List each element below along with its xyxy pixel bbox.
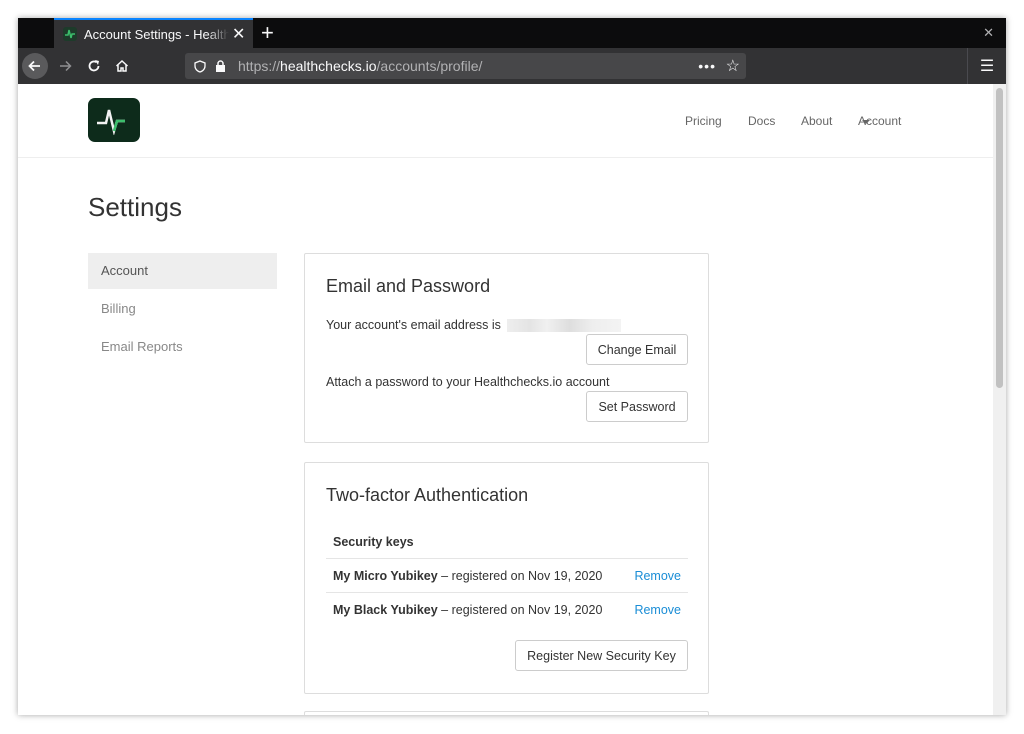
- scrollbar-thumb[interactable]: [996, 88, 1003, 388]
- window-close-icon[interactable]: ✕: [983, 25, 994, 41]
- tab-close-icon[interactable]: ✕: [232, 24, 245, 44]
- two-factor-heading: Two-factor Authentication: [326, 485, 529, 505]
- next-panel: [304, 711, 709, 715]
- nav-docs-link[interactable]: Docs: [748, 114, 775, 128]
- key-registered: – registered on Nov 19, 2020: [441, 569, 603, 583]
- nav-account-dropdown[interactable]: Account: [858, 114, 901, 128]
- address-bar[interactable]: https://healthchecks.io/accounts/profile…: [185, 53, 746, 79]
- tab-title: Account Settings - Healthchecks.io: [84, 26, 229, 42]
- table-header: Security keys: [333, 535, 414, 549]
- password-text: Attach a password to your Healthchecks.i…: [326, 375, 610, 389]
- key-name: My Black Yubikey: [333, 603, 438, 617]
- url-text: https://healthchecks.io/accounts/profile…: [238, 58, 483, 74]
- tab-account-settings[interactable]: Account Settings - Healthchecks.io ✕: [54, 18, 253, 48]
- nav-about-link[interactable]: About: [801, 114, 832, 128]
- key-registered: – registered on Nov 19, 2020: [441, 603, 603, 617]
- email-password-panel: Email and Password Your account's email …: [304, 253, 709, 443]
- bookmark-star-icon[interactable]: ☆: [726, 56, 740, 76]
- nav-pricing-link[interactable]: Pricing: [685, 114, 722, 128]
- forward-arrow-icon[interactable]: [52, 53, 78, 79]
- email-password-heading: Email and Password: [326, 276, 491, 296]
- lock-icon[interactable]: [215, 60, 226, 72]
- security-keys-table: Security keys My Micro Yubikey – registe…: [326, 525, 688, 626]
- sidebar-item-email-reports[interactable]: Email Reports: [88, 329, 277, 365]
- remove-key-link[interactable]: Remove: [634, 603, 681, 617]
- new-tab-icon[interactable]: +: [261, 20, 274, 46]
- healthchecks-favicon-icon: [63, 27, 77, 41]
- hamburger-menu-icon[interactable]: ☰: [967, 48, 1006, 84]
- page-title: Settings: [88, 192, 182, 222]
- register-security-key-button[interactable]: Register New Security Key: [515, 640, 688, 671]
- navigation-toolbar: https://healthchecks.io/accounts/profile…: [18, 48, 1006, 84]
- sidebar-item-account[interactable]: Account: [88, 253, 277, 289]
- redacted-email: [506, 319, 621, 333]
- set-password-button[interactable]: Set Password: [586, 391, 688, 422]
- back-arrow-icon[interactable]: [22, 53, 48, 79]
- sidebar-item-billing[interactable]: Billing: [88, 291, 277, 327]
- table-row: My Black Yubikey – registered on Nov 19,…: [326, 592, 688, 626]
- email-address-text: Your account's email address is: [326, 318, 621, 333]
- settings-sidebar: Account Billing Email Reports: [88, 253, 277, 367]
- web-page: Pricing Docs About Account Settings Acco…: [18, 84, 1006, 715]
- page-scrollbar[interactable]: [993, 84, 1006, 715]
- shield-icon[interactable]: [194, 59, 206, 73]
- home-icon[interactable]: [109, 53, 135, 79]
- healthchecks-logo-icon[interactable]: [88, 98, 140, 142]
- table-row: My Micro Yubikey – registered on Nov 19,…: [326, 558, 688, 592]
- key-name: My Micro Yubikey: [333, 569, 438, 583]
- tab-bar: Account Settings - Healthchecks.io ✕ + ✕: [18, 18, 1006, 48]
- two-factor-panel: Two-factor Authentication Security keys …: [304, 462, 709, 694]
- page-actions-icon[interactable]: •••: [698, 58, 716, 74]
- reload-icon[interactable]: [81, 53, 107, 79]
- change-email-button[interactable]: Change Email: [586, 334, 688, 365]
- site-header: Pricing Docs About Account: [18, 84, 993, 158]
- remove-key-link[interactable]: Remove: [634, 569, 681, 583]
- browser-window: Account Settings - Healthchecks.io ✕ + ✕…: [18, 18, 1006, 715]
